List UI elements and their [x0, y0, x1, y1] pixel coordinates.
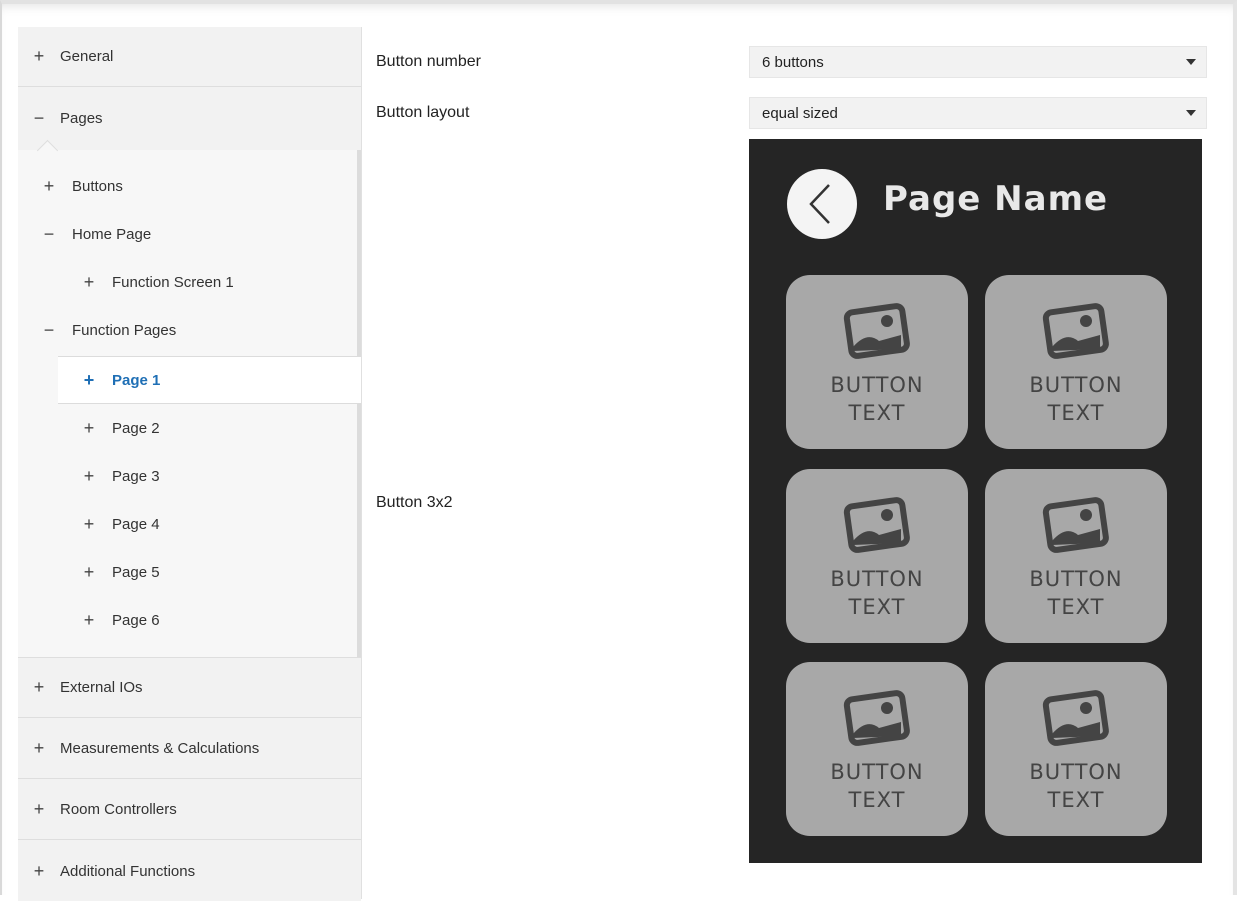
plus-icon: +	[83, 271, 95, 292]
sidebar-item-label: Additional Functions	[60, 862, 196, 880]
tree-item-label: Page 4	[112, 515, 160, 533]
plus-icon: +	[83, 369, 95, 390]
preview-button-tile: BUTTON TEXT	[786, 275, 968, 449]
plus-icon: +	[83, 465, 95, 486]
plus-icon: +	[33, 46, 45, 66]
button-layout-select[interactable]: equal sized	[749, 97, 1207, 129]
plus-icon: +	[83, 513, 95, 534]
tree-item-buttons[interactable]: + Buttons	[42, 162, 123, 210]
plus-icon: +	[33, 860, 45, 881]
button-number-label: Button number	[376, 53, 481, 70]
tile-text-line2: TEXT	[848, 595, 906, 619]
tree-item-page-1[interactable]: + Page 1	[58, 356, 361, 404]
tree-item-label: Function Screen 1	[112, 273, 234, 291]
tree-item-label: Page 1	[112, 371, 161, 389]
tree-item-page-5[interactable]: + Page 5	[82, 548, 160, 596]
button-layout-label: Button layout	[376, 104, 470, 121]
sidebar-item-label: Pages	[60, 109, 103, 127]
caret-down-icon	[1186, 110, 1196, 116]
image-placeholder-icon	[843, 497, 910, 553]
tile-text-line1: BUTTON	[830, 760, 924, 784]
preview-button-tile: BUTTON TEXT	[985, 275, 1167, 449]
tree-item-label: Page 3	[112, 467, 160, 485]
tile-text-line2: TEXT	[848, 788, 906, 812]
tree-item-label: Buttons	[72, 177, 123, 195]
sidebar-item-external-ios[interactable]: + External IOs	[18, 658, 361, 718]
minus-icon: −	[43, 319, 55, 340]
tree-item-page-3[interactable]: + Page 3	[82, 452, 160, 500]
tree-item-page-4[interactable]: + Page 4	[82, 500, 160, 548]
image-placeholder-icon	[1042, 303, 1109, 359]
tree-item-function-screen-1[interactable]: + Function Screen 1	[82, 258, 234, 306]
tree-item-label: Home Page	[72, 225, 152, 243]
preview-button-tile: BUTTON TEXT	[786, 662, 968, 836]
tile-text-line1: BUTTON	[830, 567, 924, 591]
sidebar-item-label: External IOs	[60, 679, 143, 696]
sidebar-item-measurements[interactable]: + Measurements & Calculations	[18, 719, 361, 779]
tree-item-label: Page 5	[112, 563, 160, 581]
tree-item-label: Page 6	[112, 611, 160, 629]
layout-preview: Page Name BUTTON TEXT BUTTON TEXT BUTTON…	[749, 139, 1202, 863]
plus-icon: +	[83, 609, 95, 630]
app-window: + General − Pages + Buttons − Home Page …	[0, 0, 1237, 901]
preview-button-tile: BUTTON TEXT	[985, 662, 1167, 836]
sidebar-item-label: Measurements & Calculations	[60, 740, 260, 757]
button-layout-value: equal sized	[762, 104, 838, 122]
tile-text-line1: BUTTON	[1029, 760, 1123, 784]
back-button-circle	[787, 169, 857, 239]
image-placeholder-icon	[1042, 690, 1109, 746]
plus-icon: +	[43, 175, 55, 196]
plus-icon: +	[83, 417, 95, 438]
plus-icon: +	[33, 738, 45, 758]
tile-text-line1: BUTTON	[1029, 567, 1123, 591]
caret-down-icon	[1186, 59, 1196, 65]
sidebar-item-pages[interactable]: − Pages	[18, 88, 361, 148]
tile-text-line1: BUTTON	[1029, 373, 1123, 397]
tile-text-line2: TEXT	[1047, 401, 1105, 425]
tile-text-line1: BUTTON	[830, 373, 924, 397]
tree-item-function-pages[interactable]: − Function Pages	[42, 306, 177, 354]
page-name-title: Page Name	[883, 179, 1109, 219]
tile-text-line2: TEXT	[1047, 788, 1105, 812]
sidebar-item-label: Room Controllers	[60, 801, 177, 818]
image-placeholder-icon	[1042, 497, 1109, 553]
plus-icon: +	[33, 677, 45, 697]
preview-label: Button 3x2	[376, 494, 453, 511]
tile-text-line2: TEXT	[848, 401, 906, 425]
button-number-select[interactable]: 6 buttons	[749, 46, 1207, 78]
tile-text-line2: TEXT	[1047, 595, 1105, 619]
minus-icon: −	[33, 107, 45, 128]
pages-subtree: + Buttons − Home Page + Function Screen …	[18, 150, 361, 658]
minus-icon: −	[43, 223, 55, 244]
sidebar-item-general[interactable]: + General	[18, 27, 361, 87]
sidebar-item-label: General	[60, 48, 114, 65]
image-placeholder-icon	[843, 690, 910, 746]
sidebar-item-additional-functions[interactable]: + Additional Functions	[18, 841, 361, 901]
tree-item-label: Page 2	[112, 419, 160, 437]
plus-icon: +	[33, 799, 45, 819]
sidebar-tree: + General − Pages + Buttons − Home Page …	[18, 27, 362, 901]
tree-item-page-6[interactable]: + Page 6	[82, 596, 160, 644]
image-placeholder-icon	[843, 303, 910, 359]
preview-button-tile: BUTTON TEXT	[786, 469, 968, 643]
tree-item-label: Function Pages	[72, 321, 177, 339]
preview-button-tile: BUTTON TEXT	[985, 469, 1167, 643]
sidebar-item-room-controllers[interactable]: + Room Controllers	[18, 780, 361, 840]
tree-item-page-2[interactable]: + Page 2	[82, 404, 160, 452]
button-number-value: 6 buttons	[762, 53, 824, 71]
plus-icon: +	[83, 561, 95, 582]
chevron-left-icon	[809, 184, 830, 224]
tree-item-home-page[interactable]: − Home Page	[42, 210, 151, 258]
